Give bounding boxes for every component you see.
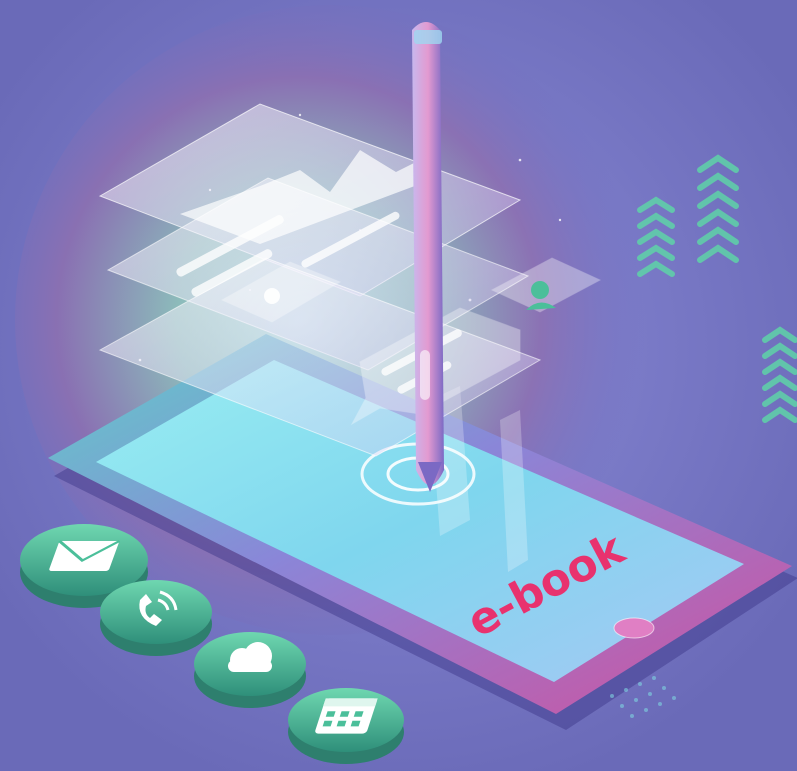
calendar-badge <box>288 688 404 764</box>
cloud-badge <box>194 632 306 708</box>
stylus-pen <box>412 22 444 492</box>
ebook-illustration: e-book <box>0 0 797 771</box>
phone-badge <box>100 580 212 656</box>
user-icon <box>264 288 280 304</box>
user-icon <box>531 281 549 299</box>
mail-icon <box>49 540 121 571</box>
home-button <box>613 617 655 639</box>
